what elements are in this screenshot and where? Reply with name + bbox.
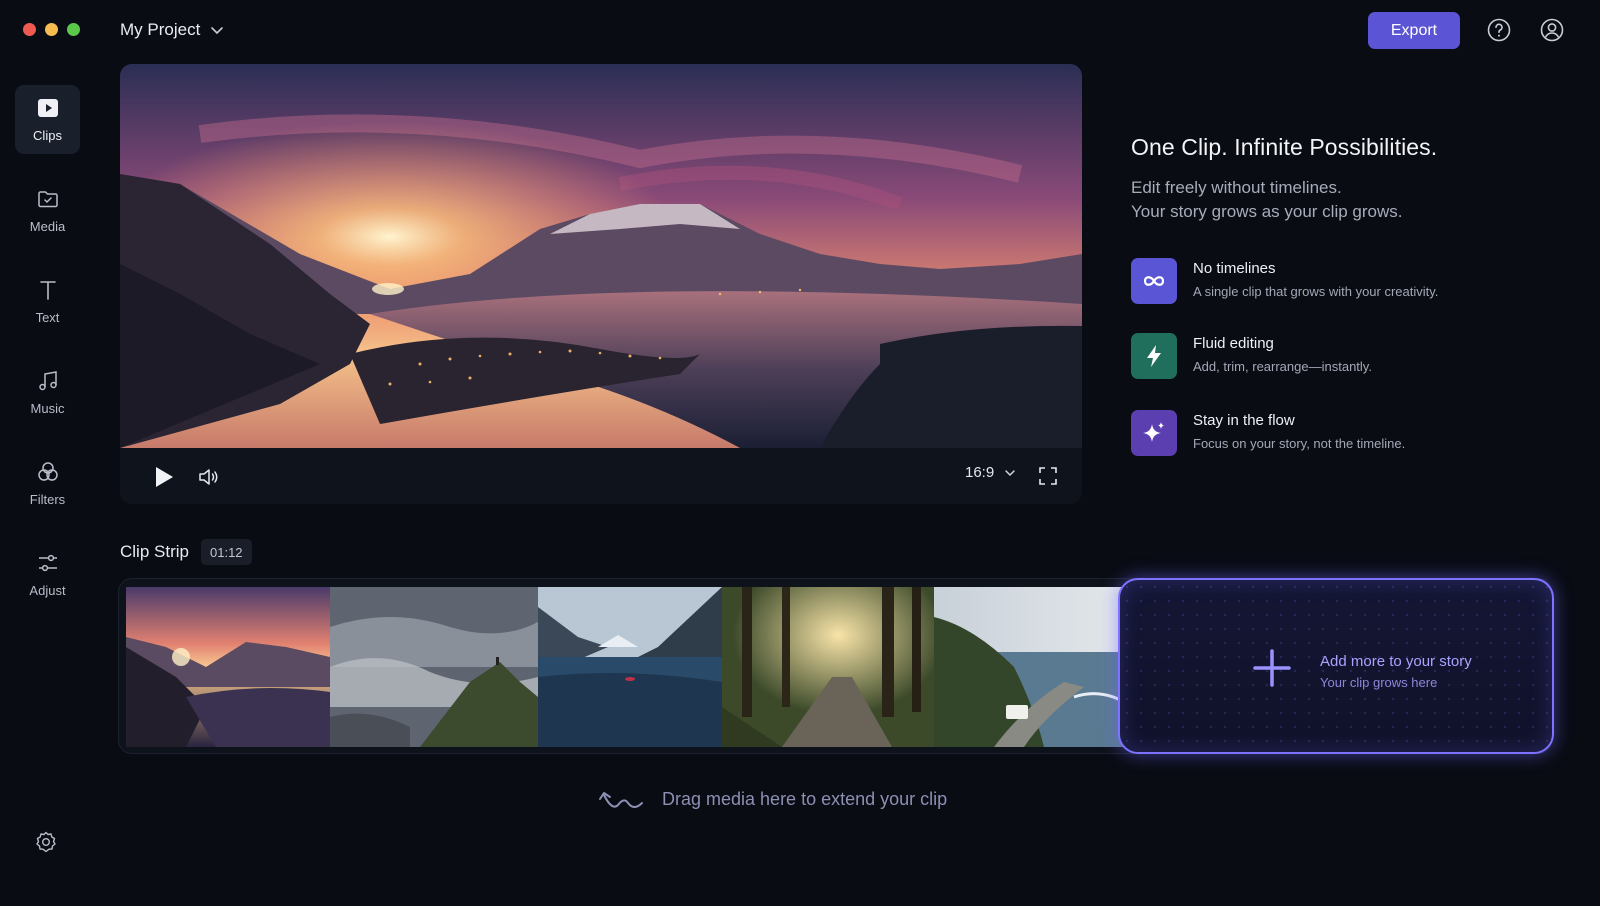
sidebar-item-label: Filters xyxy=(29,492,66,507)
zoom-window-button[interactable] xyxy=(67,23,80,36)
volume-icon xyxy=(199,469,218,485)
promo-subtitle-line: Edit freely without timelines. xyxy=(1131,178,1342,197)
close-window-button[interactable] xyxy=(23,23,36,36)
sidebar-item-media[interactable]: Media xyxy=(15,176,80,245)
app-window: My Project Export Clips Media Text Music… xyxy=(0,0,1600,906)
minimize-window-button[interactable] xyxy=(45,23,58,36)
chevron-down-icon xyxy=(211,27,224,34)
feature-title: No timelines xyxy=(1193,260,1276,277)
aspect-ratio-selector[interactable]: 16:9 xyxy=(965,464,1016,481)
feature-description: Focus on your story, not the timeline. xyxy=(1193,436,1406,451)
drag-hint: Drag media here to extend your clip xyxy=(598,785,947,813)
clip-thumbnail-forest-road[interactable] xyxy=(722,587,934,747)
folder-icon xyxy=(37,191,58,208)
sidebar-item-clips[interactable]: Clips xyxy=(15,85,80,154)
player-controls: 16:9 xyxy=(120,448,1082,504)
feature-description: A single clip that grows with your creat… xyxy=(1193,284,1439,299)
infinity-icon xyxy=(1131,258,1177,304)
sidebar-item-text[interactable]: Text xyxy=(15,267,80,336)
aspect-ratio-value: 16:9 xyxy=(965,464,995,481)
filters-icon xyxy=(37,462,58,481)
sliders-icon xyxy=(38,554,57,572)
sidebar-item-music[interactable]: Music xyxy=(15,358,80,427)
clip-thumbnail-coastal-road[interactable] xyxy=(934,587,1132,747)
drag-hint-text: Drag media here to extend your clip xyxy=(662,788,948,809)
dropzone-subtitle: Your clip grows here xyxy=(1320,675,1438,690)
help-icon[interactable] xyxy=(1486,17,1512,43)
play-square-icon xyxy=(37,99,58,117)
play-icon xyxy=(156,467,173,487)
play-button[interactable] xyxy=(154,466,174,488)
promo-subtitle-line: Your story grows as your clip grows. xyxy=(1131,202,1403,221)
feature-description: Add, trim, rearrange—instantly. xyxy=(1193,359,1372,374)
sidebar-item-label: Adjust xyxy=(29,583,66,598)
clip-duration-badge: 01:12 xyxy=(201,539,252,565)
text-icon xyxy=(39,281,56,300)
sidebar: Clips Media Text Music Filters Adjust xyxy=(0,62,94,906)
fullscreen-button[interactable] xyxy=(1038,466,1058,486)
feature-fluid-editing: Fluid editing Add, trim, rearrange—insta… xyxy=(1131,333,1571,379)
sidebar-item-label: Music xyxy=(30,401,65,416)
plus-icon xyxy=(1253,649,1291,687)
settings-button[interactable] xyxy=(34,830,58,854)
sidebar-item-filters[interactable]: Filters xyxy=(15,449,80,518)
window-controls xyxy=(23,23,80,36)
project-selector[interactable]: My Project xyxy=(120,20,224,40)
project-name: My Project xyxy=(120,20,201,39)
music-note-icon xyxy=(38,371,57,391)
clip-thumbnail-fjord-kayak[interactable] xyxy=(538,587,722,747)
sidebar-item-label: Clips xyxy=(33,128,62,143)
account-icon[interactable] xyxy=(1539,17,1565,43)
export-button[interactable]: Export xyxy=(1368,12,1460,49)
clip-strip-title: Clip Strip xyxy=(120,542,189,561)
sparkle-icon xyxy=(1131,410,1177,456)
fullscreen-icon xyxy=(1039,467,1057,485)
feature-stay-in-flow: Stay in the flow Focus on your story, no… xyxy=(1131,410,1571,456)
curved-arrow-icon xyxy=(599,792,643,808)
feature-no-timelines: No timelines A single clip that grows wi… xyxy=(1131,258,1571,304)
feature-title: Stay in the flow xyxy=(1193,412,1295,429)
lightning-icon xyxy=(1131,333,1177,379)
gear-icon xyxy=(36,831,56,853)
sidebar-item-label: Text xyxy=(35,310,60,325)
chevron-down-icon xyxy=(1005,469,1015,476)
video-preview: 16:9 xyxy=(120,64,1082,504)
dropzone-title: Add more to your story xyxy=(1320,653,1472,670)
promo-title: One Clip. Infinite Possibilities. xyxy=(1131,134,1438,160)
clip-thumbnail-misty-cliff[interactable] xyxy=(330,587,538,747)
sidebar-item-adjust[interactable]: Adjust xyxy=(15,540,80,609)
promo-subtitle: Edit freely without timelines. Your stor… xyxy=(1131,176,1531,224)
add-media-dropzone[interactable]: Add more to your story Your clip grows h… xyxy=(1118,578,1554,754)
feature-title: Fluid editing xyxy=(1193,335,1274,352)
sidebar-item-label: Media xyxy=(29,219,66,234)
preview-frame-image xyxy=(120,64,1082,448)
volume-button[interactable] xyxy=(197,465,221,489)
clip-thumbnail-sunset-lake[interactable] xyxy=(126,587,330,747)
